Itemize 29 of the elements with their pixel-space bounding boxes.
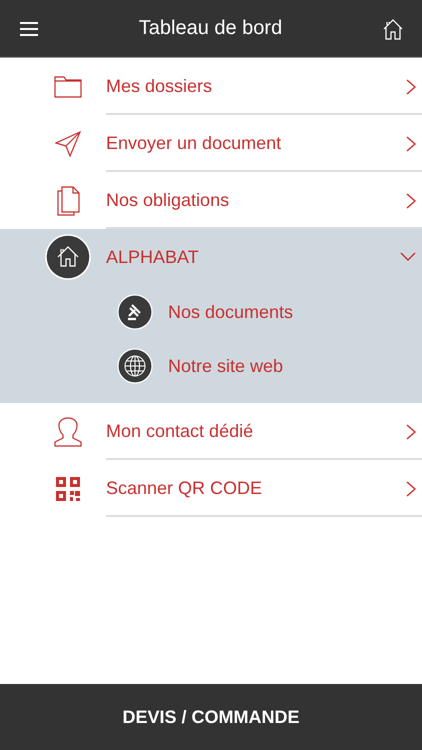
qr-code-icon	[56, 476, 80, 500]
chevron-right-icon	[406, 192, 416, 208]
paper-plane-icon	[55, 130, 81, 156]
menu-label: Mes dossiers	[106, 76, 214, 97]
menu-label: Scanner QR CODE	[106, 478, 264, 499]
group-label: ALPHABAT	[106, 246, 200, 268]
submenu-item[interactable]: Notre site web	[0, 339, 422, 393]
menu-label: Nos obligations	[106, 190, 230, 211]
chevron-right-icon	[406, 78, 416, 94]
group-header[interactable]: ALPHABAT	[0, 229, 422, 285]
menu-label: Mon contact dédié	[106, 421, 254, 442]
person-icon	[54, 416, 82, 446]
submenu-item[interactable]: Nos documents	[0, 285, 422, 339]
house-icon[interactable]	[382, 18, 404, 40]
menu-icon[interactable]	[19, 20, 39, 36]
gavel-icon	[117, 294, 153, 330]
chevron-right-icon	[406, 136, 416, 152]
chevron-right-icon	[406, 424, 416, 440]
folder-icon	[54, 76, 82, 98]
submenu-label: Notre site web	[168, 356, 284, 376]
house-icon	[45, 234, 91, 280]
globe-icon	[117, 348, 153, 384]
submenu-label: Nos documents	[168, 302, 294, 322]
documents-icon	[56, 186, 80, 216]
chevron-down-icon	[400, 252, 416, 262]
screen-title: Tableau de bord	[138, 17, 282, 40]
menu-label: Envoyer un document	[106, 133, 282, 154]
chevron-right-icon	[406, 480, 416, 496]
quote-order-button[interactable]: DEVIS / COMMANDE	[0, 684, 422, 750]
